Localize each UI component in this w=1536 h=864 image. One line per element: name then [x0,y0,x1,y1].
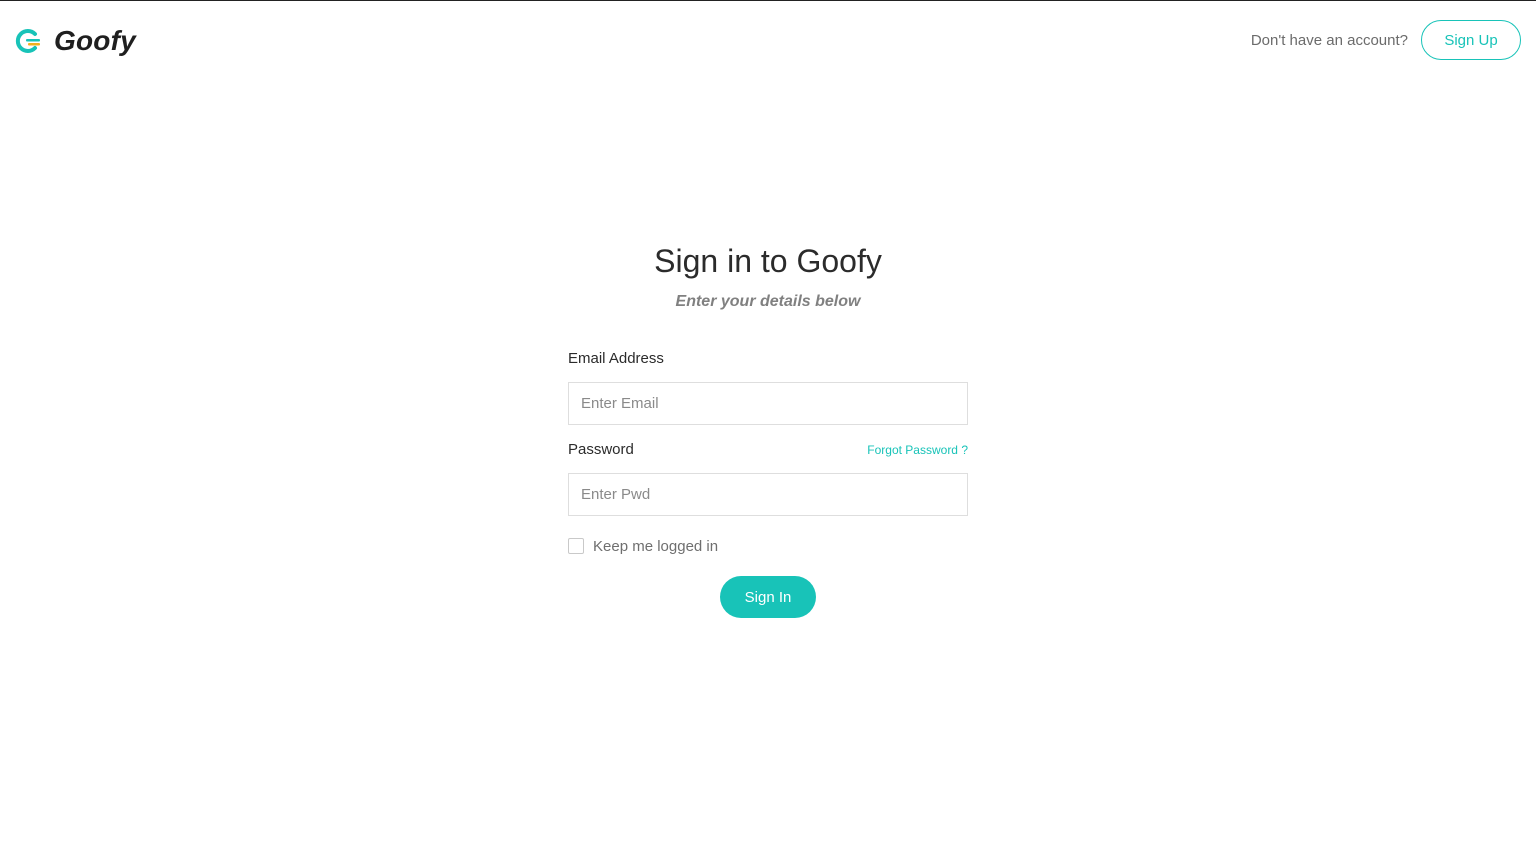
keep-logged-in-row: Keep me logged in [568,536,968,556]
sign-in-button-wrap: Sign In [568,576,968,618]
header-account-area: Don't have an account? Sign Up [1251,20,1521,60]
keep-logged-in-label[interactable]: Keep me logged in [593,538,718,555]
sign-in-form: Sign in to Goofy Enter your details belo… [568,238,968,618]
page-title: Sign in to Goofy [654,243,882,279]
account-prompt: Don't have an account? [1250,31,1408,49]
page-subtitle: Enter your details below [675,293,861,310]
brand[interactable]: Goofy [14,24,136,58]
brand-name: Goofy [54,25,136,56]
password-label: Password [568,441,634,458]
forgot-password-link[interactable]: Forgot Password ? [867,443,968,457]
email-label-row: Email Address [568,350,968,370]
password-label-row: Password Forgot Password ? [568,441,968,461]
email-field[interactable] [568,382,968,425]
keep-logged-in-checkbox[interactable] [568,538,584,554]
password-field[interactable] [568,473,968,516]
email-label: Email Address [568,350,664,367]
goofy-logo-icon [14,27,42,55]
top-header: Goofy Don't have an account? Sign Up [0,0,1536,82]
sign-in-button[interactable]: Sign In [720,576,816,618]
sign-up-button[interactable]: Sign Up [1421,20,1521,60]
